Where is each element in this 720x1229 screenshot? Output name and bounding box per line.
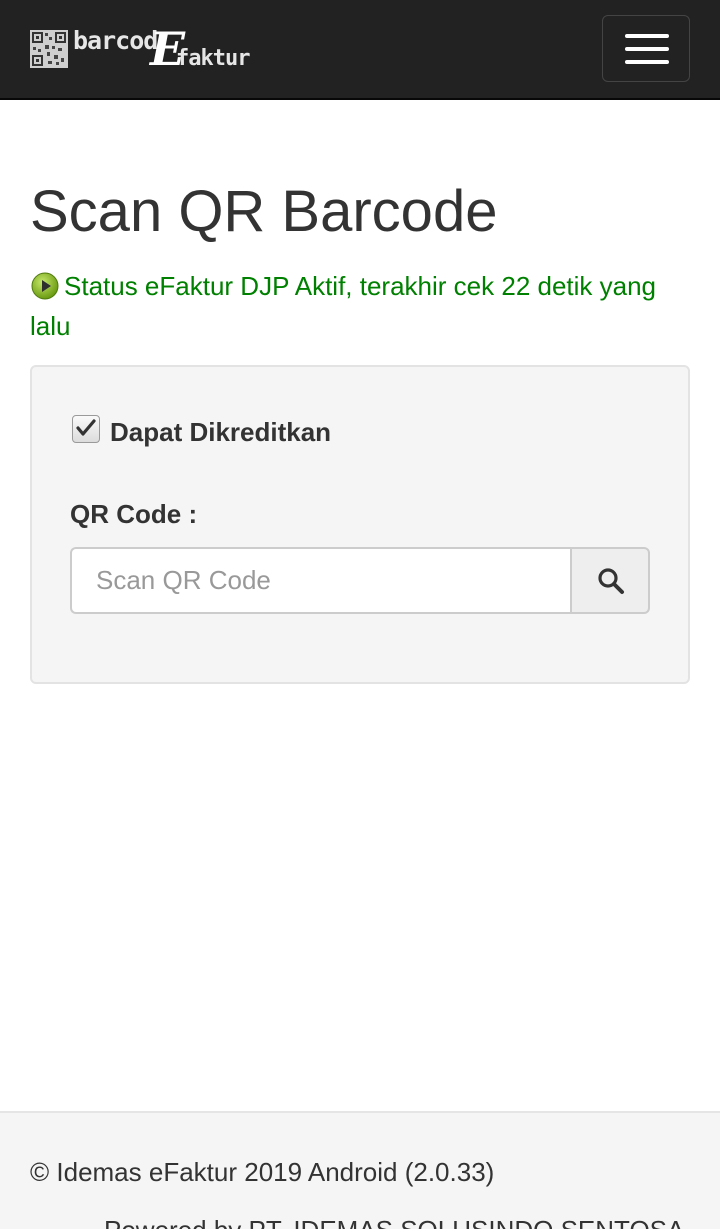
footer-copyright: © Idemas eFaktur 2019 Android (2.0.33) <box>30 1157 495 1187</box>
status-text: Status eFaktur DJP Aktif, terakhir cek 2… <box>30 271 657 341</box>
search-icon <box>598 568 624 594</box>
brand-text-faktur: faktur <box>176 46 250 71</box>
status-message: Status eFaktur DJP Aktif, terakhir cek 2… <box>30 266 690 346</box>
checkbox-label[interactable]: Dapat Dikreditkan <box>110 417 331 448</box>
search-button[interactable] <box>570 547 650 614</box>
footer-powered-by: Powered by PT. IDEMAS SOLUSINDO SENTOSA <box>104 1215 684 1229</box>
navbar: barcod E faktur <box>0 0 720 100</box>
dapat-dikreditkan-checkbox[interactable] <box>72 415 100 443</box>
hamburger-menu-icon <box>625 60 669 64</box>
qr-code-input[interactable] <box>70 547 572 614</box>
page-title: Scan QR Barcode <box>30 179 498 244</box>
hamburger-menu-icon <box>625 47 669 51</box>
checkmark-icon <box>76 419 96 436</box>
brand-text-barcod: barcod <box>73 26 158 55</box>
play-circle-icon <box>31 272 59 300</box>
footer: © Idemas eFaktur 2019 Android (2.0.33) P… <box>0 1111 720 1229</box>
qr-code-label: QR Code : <box>70 499 198 529</box>
hamburger-menu-icon <box>625 34 669 38</box>
brand-logo[interactable]: barcod E faktur <box>30 22 250 76</box>
qr-logo-icon <box>30 30 68 68</box>
scan-form-panel: Dapat Dikreditkan QR Code : <box>30 365 690 684</box>
menu-toggle-button[interactable] <box>602 15 690 82</box>
